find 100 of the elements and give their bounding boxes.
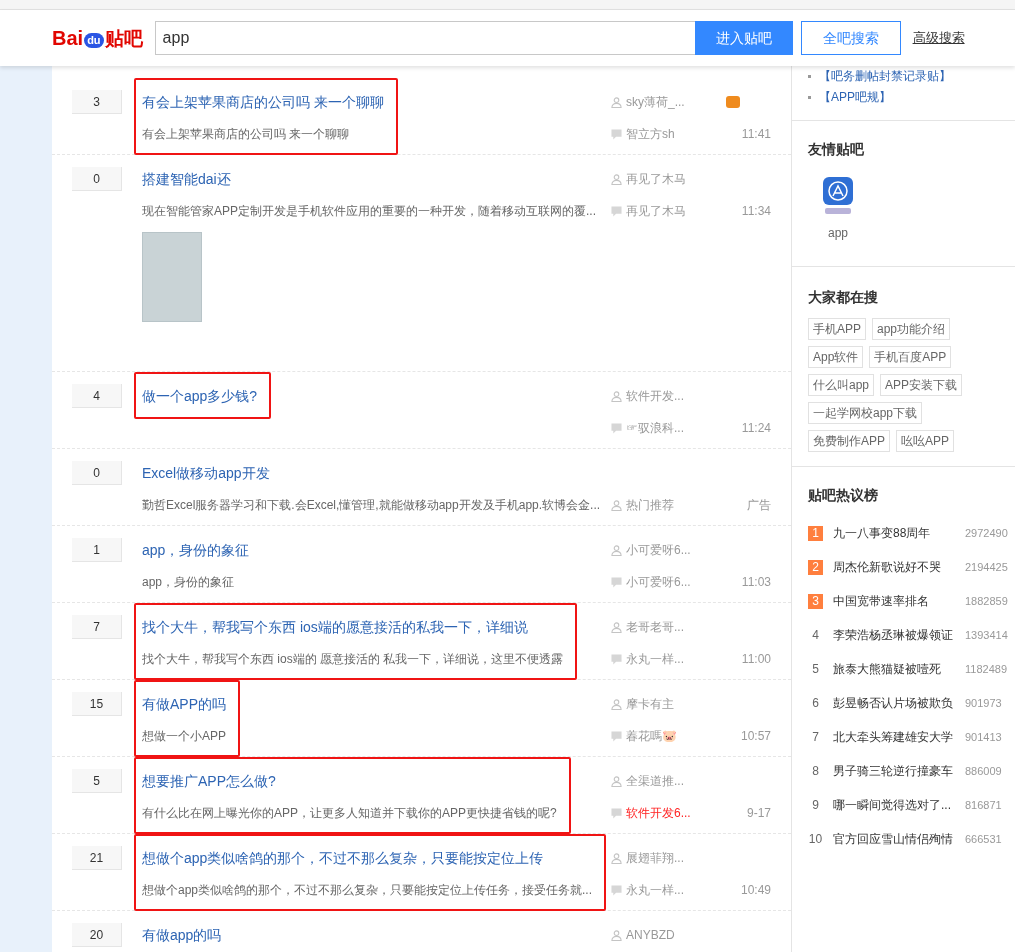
reply-count-badge: 3: [72, 90, 122, 114]
search-all-button[interactable]: 全吧搜索: [800, 21, 901, 55]
person-icon: [611, 544, 622, 556]
person-icon: [611, 698, 622, 710]
last-replier-name[interactable]: 软件开发6...: [626, 804, 743, 822]
search-tag[interactable]: 吆吆APP: [896, 430, 955, 452]
baidu-logo[interactable]: Bai du 贴吧: [52, 28, 143, 48]
speech-bubble-icon: [611, 653, 622, 665]
hot-topic-link[interactable]: 周杰伦新歌说好不哭: [833, 558, 955, 576]
rank-number: 5: [811, 661, 820, 677]
section-heading: 大家都在搜: [808, 288, 879, 307]
rank-number: 9: [811, 797, 820, 813]
post-time: 11:24: [741, 420, 771, 437]
section-heading: 友情贴吧: [808, 140, 865, 159]
rules-link[interactable]: 【APP吧规】: [819, 88, 891, 106]
speech-bubble-icon: [611, 422, 622, 434]
person-icon: [611, 621, 622, 633]
hot-topic-link[interactable]: 北大牵头筹建雄安大学: [833, 728, 955, 746]
person-icon: [611, 929, 622, 941]
post-time: 11:03: [741, 574, 771, 591]
search-tag[interactable]: 一起学网校app下载: [808, 402, 923, 424]
reply-count-badge: 7: [72, 615, 122, 639]
rank-number: 8: [811, 763, 820, 779]
hot-topic-count: 2194425: [965, 559, 1008, 575]
reply-count-badge: 20: [72, 923, 122, 947]
speech-bubble-icon: [611, 205, 622, 217]
hot-topic-link[interactable]: 官方回应雪山情侣殉情: [833, 830, 955, 848]
search-field[interactable]: app: [154, 21, 695, 55]
thread-title-link[interactable]: 想要推广APP怎么做?: [142, 771, 276, 792]
thread-title-link[interactable]: 搭建智能dai还: [142, 169, 231, 190]
search-tag[interactable]: 手机百度APP: [869, 346, 952, 368]
app-store-icon: [822, 176, 854, 216]
speech-bubble-icon: [611, 730, 622, 742]
speech-bubble-icon: [611, 128, 622, 140]
hot-topic-count: 666531: [965, 831, 1002, 847]
post-time: 10:57: [740, 728, 771, 745]
search-tag[interactable]: APP安装下载: [880, 374, 963, 396]
hot-topic-count: 1393414: [965, 627, 1008, 643]
search-tag[interactable]: 什么叫app: [808, 374, 875, 396]
thread-abstract: 勤哲Excel服务器学习和下载.会Excel,懂管理,就能做移动app开发及手机app.软博会金...: [142, 497, 601, 514]
hot-topic-count: 901413: [965, 729, 1002, 745]
thread-title-link[interactable]: 有做app的吗: [142, 925, 222, 946]
thread-abstract: 找个大牛，帮我写个东西 ios端的 愿意接活的 私我一下，详细说，这里不便透露: [142, 651, 564, 668]
thread-title-link[interactable]: 做一个app多少钱?: [142, 386, 258, 407]
hot-topic-link[interactable]: 旅泰大熊猫疑被噎死: [833, 660, 955, 678]
thread-abstract: 有会上架苹果商店的公司吗 来一个聊聊: [142, 126, 351, 143]
section-heading: 贴吧热议榜: [808, 486, 879, 505]
rank-number: 1: [808, 525, 823, 541]
hot-topic-count: 1182489: [965, 661, 1007, 677]
rank-number: 4: [811, 627, 820, 643]
hot-topic-count: 816871: [965, 797, 1002, 813]
rank-number: 2: [808, 559, 823, 575]
hot-topic-link[interactable]: 彭昱畅否认片场被欺负: [833, 694, 955, 712]
thread-title-link[interactable]: app，身份的象征: [142, 540, 250, 561]
hot-topic-count: 1882859: [965, 593, 1008, 609]
speech-bubble-icon: [611, 807, 622, 819]
post-time: 11:34: [741, 203, 771, 220]
thread-abstract: app，身份的象征: [142, 574, 236, 591]
person-icon: [611, 390, 622, 402]
reply-count-badge: 0: [72, 167, 122, 191]
advanced-search-link[interactable]: 高级搜索: [912, 28, 965, 48]
rank-number: 6: [811, 695, 820, 711]
person-icon: [611, 96, 622, 108]
person-icon: [611, 499, 622, 511]
thread-title-link[interactable]: 想做个app类似啥鸽的那个，不过不那么复杂，只要能按定位上传: [142, 848, 544, 869]
thread-title-link[interactable]: 找个大牛，帮我写个东西 ios端的愿意接活的私我一下，详细说: [142, 617, 528, 638]
reply-count-badge: 0: [72, 461, 122, 485]
post-time: 广告: [747, 497, 771, 514]
search-tag[interactable]: app功能介绍: [872, 318, 951, 340]
enter-bar-button[interactable]: 进入贴吧: [694, 21, 793, 55]
speech-bubble-icon: [611, 884, 622, 896]
thread-abstract: 现在智能管家APP定制开发是手机软件应用的重要的一种开发，随着移动互联网的覆...: [142, 203, 596, 220]
friend-bar-name[interactable]: app: [828, 224, 848, 242]
rules-link[interactable]: 【吧务删帖封禁记录贴】: [819, 67, 951, 85]
speech-bubble-icon: [611, 576, 622, 588]
thread-abstract: 有什么比在网上曝光你的APP，让更多人知道并下载你的APP更快捷省钱的呢?: [142, 805, 557, 822]
post-time: 9-17: [746, 805, 771, 822]
thread-abstract: 想做个app类似啥鸽的那个，不过不那么复杂，只要能按定位上传任务，接受任务就...: [142, 882, 593, 899]
reply-count-badge: 5: [72, 769, 122, 793]
hot-topic-count: 886009: [965, 763, 1002, 779]
hot-topic-link[interactable]: 李荣浩杨丞琳被爆领证: [833, 626, 955, 644]
thread-title-link[interactable]: 有做APP的吗: [142, 694, 226, 715]
search-tag[interactable]: 手机APP: [808, 318, 866, 340]
reply-count-badge: 1: [72, 538, 122, 562]
hot-topic-link[interactable]: 中国宽带速率排名: [833, 592, 955, 610]
thread-title-link[interactable]: Excel做移动app开发: [142, 463, 270, 484]
hot-topic-link[interactable]: 九一八事变88周年: [833, 524, 955, 542]
person-icon: [611, 173, 622, 185]
hot-topic-count: 2972490: [965, 525, 1008, 541]
thread-title-link[interactable]: 有会上架苹果商店的公司吗 来一个聊聊: [142, 92, 384, 113]
rank-number: 3: [808, 593, 823, 609]
hot-topic-link[interactable]: 哪一瞬间觉得选对了...: [833, 796, 955, 814]
post-time: 11:41: [741, 126, 771, 143]
search-tag[interactable]: 免费制作APP: [808, 430, 890, 452]
hot-topic-link[interactable]: 男子骑三轮逆行撞豪车: [833, 762, 955, 780]
search-tag[interactable]: App软件: [808, 346, 864, 368]
reply-count-badge: 15: [72, 692, 122, 716]
reply-count-badge: 21: [72, 846, 122, 870]
hot-topic-count: 901973: [965, 695, 1002, 711]
person-icon: [611, 775, 622, 787]
